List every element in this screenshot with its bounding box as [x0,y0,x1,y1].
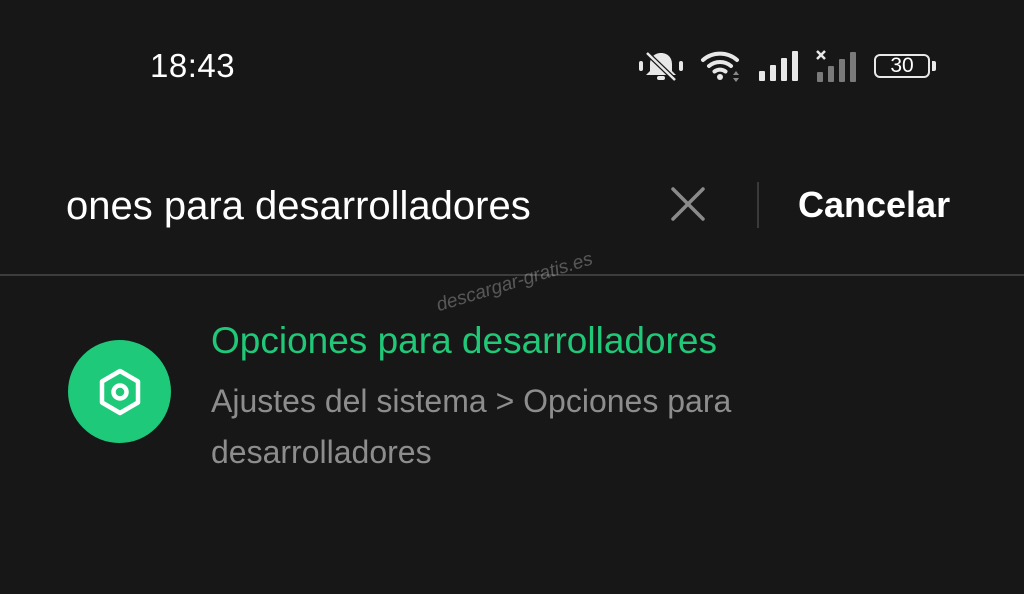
battery-tip [932,61,936,71]
wifi-icon [700,49,742,83]
bell-muted-icon [638,49,684,83]
battery-icon: 30 [874,51,938,81]
status-time: 18:43 [150,47,236,84]
battery-level: 30 [874,54,930,78]
cancel-button[interactable]: Cancelar [798,182,950,228]
clear-search-button[interactable] [664,182,712,230]
search-screen: 18:43 30 ones para desarrolladores Cance… [0,0,1024,594]
search-divider [757,182,759,228]
hexagon-gear-icon [68,340,171,443]
result-path: Ajustes del sistema > Opciones para desa… [211,383,732,470]
result-title: Opciones para desarrolladores [211,320,717,361]
search-input[interactable] [66,178,626,234]
signal-icon [758,51,800,81]
search-bar: Cancelar [0,160,1024,250]
search-result-item[interactable]: Opciones para desarrolladores Ajustes de… [0,300,1024,490]
status-icons: 30 [638,46,938,86]
signal-no-service-icon [816,50,858,82]
close-icon [670,186,706,227]
